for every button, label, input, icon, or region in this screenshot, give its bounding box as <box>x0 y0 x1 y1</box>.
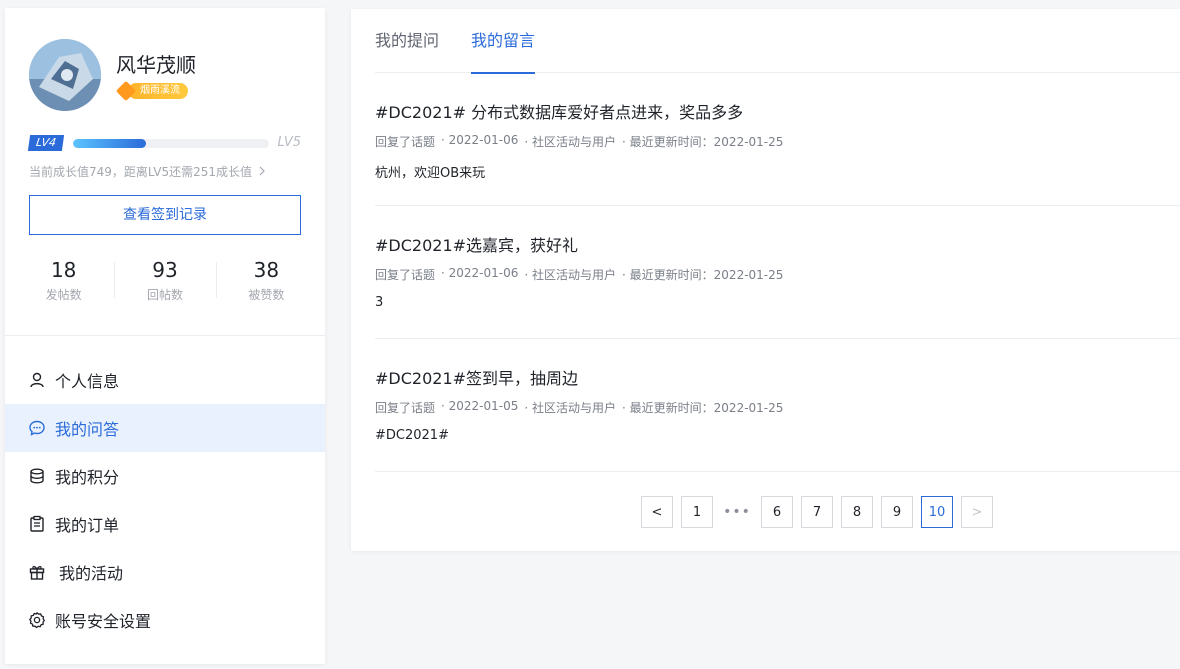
tab-my-questions[interactable]: 我的提问 <box>375 9 439 73</box>
username: 风华茂顺 <box>116 53 196 77</box>
item-body: 3 <box>375 295 384 310</box>
tab-bar: 我的提问 我的留言 <box>375 9 1180 74</box>
stat-label: 被赞数 <box>248 288 285 302</box>
stat-likes[interactable]: 38 被赞数 <box>215 256 317 316</box>
main-panel: 我的提问 我的留言 #DC2021# 分布式数据库爱好者点进来，奖品多多 回复了… <box>351 9 1180 551</box>
item-updated: · 最近更新时间：2022-01-25 <box>622 401 784 415</box>
level-progress: LV4 LV5 <box>27 135 301 151</box>
comment-list: #DC2021# 分布式数据库爱好者点进来，奖品多多 回复了话题 · 2022-… <box>375 73 1180 472</box>
page-1-button[interactable]: 1 <box>681 496 713 528</box>
database-icon <box>27 466 47 486</box>
stat-posts[interactable]: 18 发帖数 <box>13 256 114 316</box>
page-9-button[interactable]: 9 <box>881 496 913 528</box>
clipboard-icon <box>27 514 47 534</box>
menu-item-label: 我的活动 <box>59 564 124 583</box>
growth-hint-text: 当前成长值749，距离LV5还需251成长值 <box>29 165 253 179</box>
menu-item-points[interactable]: 我的积分 <box>5 452 325 500</box>
growth-hint-link[interactable]: 当前成长值749，距离LV5还需251成长值 <box>29 163 266 180</box>
prev-page-button[interactable]: < <box>641 496 673 528</box>
stat-replies[interactable]: 93 回帖数 <box>114 256 215 316</box>
menu-item-label: 我的问答 <box>55 420 120 439</box>
page-10-button[interactable]: 10 <box>921 496 953 528</box>
menu-item-label: 我的订单 <box>55 516 120 535</box>
item-reply-label: 回复了话题 <box>375 401 436 415</box>
menu-item-security[interactable]: 账号安全设置 <box>5 596 325 644</box>
stat-label: 发帖数 <box>45 288 82 302</box>
menu-item-qa[interactable]: 我的问答 <box>5 404 325 452</box>
signin-record-button[interactable]: 查看签到记录 <box>29 195 301 235</box>
item-category: · 社区活动与用户 <box>524 135 617 149</box>
item-date: · 2022-01-06 <box>441 266 519 280</box>
item-date: · 2022-01-06 <box>441 133 519 147</box>
menu-item-activities[interactable]: 我的活动 <box>5 548 325 596</box>
next-page-button[interactable]: > <box>961 496 993 528</box>
menu-item-profile[interactable]: 个人信息 <box>5 356 325 404</box>
page-8-button[interactable]: 8 <box>841 496 873 528</box>
chat-icon <box>27 418 47 438</box>
list-item[interactable]: #DC2021#选嘉宾，获好礼 回复了话题 · 2022-01-06 · 社区活… <box>375 206 1180 339</box>
gear-icon <box>27 610 47 630</box>
menu-item-orders[interactable]: 我的订单 <box>5 500 325 548</box>
current-level-tag: LV4 <box>27 135 65 151</box>
stat-label: 回帖数 <box>146 288 183 302</box>
chevron-right-icon <box>259 166 265 176</box>
page-7-button[interactable]: 7 <box>801 496 833 528</box>
user-stats: 18 发帖数 93 回帖数 38 被赞数 <box>13 256 317 316</box>
item-category: · 社区活动与用户 <box>524 268 617 282</box>
menu-item-label: 我的积分 <box>55 468 120 487</box>
item-updated: · 最近更新时间：2022-01-25 <box>622 268 784 282</box>
avatar[interactable] <box>29 39 101 111</box>
item-reply-label: 回复了话题 <box>375 268 436 282</box>
badge-label: 烟雨溪流 <box>128 83 188 99</box>
next-level-label: LV5 <box>277 135 301 150</box>
user-icon <box>27 370 47 390</box>
item-meta: 回复了话题 · 2022-01-05 · 社区活动与用户 · 最近更新时间：20… <box>375 399 783 416</box>
item-title[interactable]: #DC2021#签到早，抽周边 <box>375 365 578 389</box>
menu-item-label: 个人信息 <box>55 372 120 391</box>
item-updated: · 最近更新时间：2022-01-25 <box>622 135 784 149</box>
item-date: · 2022-01-05 <box>441 399 519 413</box>
item-body: #DC2021# <box>375 428 449 443</box>
item-title[interactable]: #DC2021# 分布式数据库爱好者点进来，奖品多多 <box>375 99 743 123</box>
stat-value: 18 <box>50 258 77 282</box>
item-meta: 回复了话题 · 2022-01-06 · 社区活动与用户 · 最近更新时间：20… <box>375 133 783 150</box>
user-badge: 烟雨溪流 <box>115 80 188 102</box>
page-6-button[interactable]: 6 <box>761 496 793 528</box>
sidebar: 风华茂顺 烟雨溪流 LV4 LV5 当前成长值749，距离LV5还需251成长值… <box>5 8 325 664</box>
stat-value: 93 <box>152 258 178 282</box>
pagination: < 1 ••• 6 7 8 9 10 > <box>641 496 1001 528</box>
level-progress-fill <box>73 139 146 148</box>
menu-item-label: 账号安全设置 <box>55 612 152 631</box>
gift-icon <box>27 562 47 582</box>
item-category: · 社区活动与用户 <box>524 401 617 415</box>
tab-my-comments[interactable]: 我的留言 <box>471 9 536 74</box>
item-title[interactable]: #DC2021#选嘉宾，获好礼 <box>375 232 578 256</box>
item-reply-label: 回复了话题 <box>375 135 436 149</box>
profile-card: 风华茂顺 烟雨溪流 LV4 LV5 当前成长值749，距离LV5还需251成长值… <box>5 8 325 336</box>
avatar-image <box>29 39 101 111</box>
level-progress-track <box>73 139 269 148</box>
sidebar-menu: 个人信息 我的问答 我的积分 我的订单 我的活动 账号安全设置 <box>5 356 325 644</box>
pagination-ellipsis[interactable]: ••• <box>721 496 753 528</box>
list-item[interactable]: #DC2021#签到早，抽周边 回复了话题 · 2022-01-05 · 社区活… <box>375 339 1180 472</box>
item-body: 杭州，欢迎OB来玩 <box>375 166 486 181</box>
list-item[interactable]: #DC2021# 分布式数据库爱好者点进来，奖品多多 回复了话题 · 2022-… <box>375 73 1180 206</box>
stat-value: 38 <box>253 258 280 282</box>
item-meta: 回复了话题 · 2022-01-06 · 社区活动与用户 · 最近更新时间：20… <box>375 266 783 283</box>
